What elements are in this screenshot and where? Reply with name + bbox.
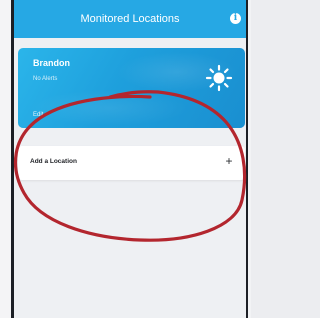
location-name: Brandon [33,58,70,68]
app-screen: Monitored Locations i Brandon No Alerts … [14,0,246,318]
info-icon[interactable]: i [230,13,241,24]
phone-bezel-right [246,0,248,318]
sun-icon [205,64,233,92]
alert-status: No Alerts [33,76,58,82]
paper-background-right [248,0,251,318]
edit-location-link[interactable]: Edit [33,112,43,118]
top-bar: Monitored Locations i [14,0,246,38]
page-title: Monitored Locations [80,13,180,25]
add-location-label: Add a Location [30,158,77,165]
location-card-brandon[interactable]: Brandon No Alerts Edit [18,48,245,128]
plus-icon[interactable]: + [222,154,236,168]
add-location-button[interactable]: Add a Location + [18,146,245,180]
